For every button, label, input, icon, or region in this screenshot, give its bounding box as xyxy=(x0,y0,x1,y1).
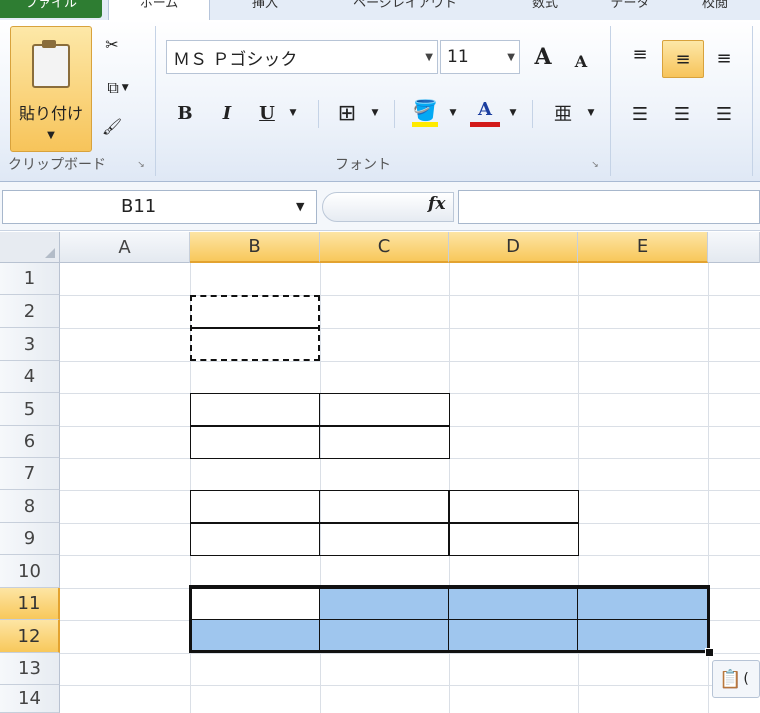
bold-button[interactable]: B xyxy=(170,98,200,128)
chevron-down-icon[interactable]: ▼ xyxy=(506,106,520,120)
tab-file[interactable]: ファイル xyxy=(0,0,102,18)
ribbon: 貼り付け ▼ ✂ ⧉ ▼ 🖌 クリップボード ↘ ＭＳ Ｐゴシック ▼ 11 ▼ … xyxy=(0,20,760,182)
row-header-9[interactable]: 9 xyxy=(0,523,60,555)
gridline xyxy=(60,328,760,329)
paste-label: 貼り付け xyxy=(18,103,83,123)
phonetic-guide-button[interactable]: 亜 xyxy=(548,98,578,128)
chevron-down-icon[interactable]: ▼ xyxy=(286,106,300,120)
underline-button[interactable]: U xyxy=(252,98,282,128)
column-header-f[interactable] xyxy=(708,232,760,263)
select-all-corner[interactable] xyxy=(0,232,60,263)
paste-button[interactable]: 貼り付け ▼ xyxy=(10,26,92,152)
align-center-icon[interactable]: ☰ xyxy=(666,98,698,130)
gridline xyxy=(60,653,760,654)
row-header-11[interactable]: 11 xyxy=(0,588,60,620)
column-header-c[interactable]: C xyxy=(320,232,449,263)
copy-icon[interactable]: ⧉ ▼ xyxy=(98,74,138,102)
formula-input[interactable] xyxy=(458,190,760,224)
row-header-10[interactable]: 10 xyxy=(0,555,60,588)
tab-formulas[interactable]: 数式 xyxy=(515,0,575,18)
column-header-d[interactable]: D xyxy=(449,232,578,263)
font-size-value: 11 xyxy=(447,47,469,67)
group-separator xyxy=(752,26,753,176)
gridline xyxy=(60,361,760,362)
row-header-1[interactable]: 1 xyxy=(0,263,60,295)
row-header-8[interactable]: 8 xyxy=(0,490,60,523)
cell-c8[interactable] xyxy=(319,490,450,524)
tab-home[interactable]: ホーム xyxy=(108,0,210,21)
shrink-font-button[interactable]: A xyxy=(566,46,596,76)
chevron-down-icon[interactable]: ▼ xyxy=(368,106,382,120)
selection-outline xyxy=(189,585,710,653)
tab-data[interactable]: データ xyxy=(600,0,660,18)
font-name-value: ＭＳ Ｐゴシック xyxy=(173,49,298,70)
grow-font-button[interactable]: A xyxy=(528,42,558,72)
align-middle-icon[interactable]: ≡ xyxy=(662,40,704,78)
font-size-combo[interactable]: 11 ▼ xyxy=(440,40,520,74)
row-header-5[interactable]: 5 xyxy=(0,393,60,426)
chevron-down-icon[interactable]: ▼ xyxy=(446,106,460,120)
group-separator xyxy=(610,26,611,176)
row-header-4[interactable]: 4 xyxy=(0,361,60,393)
column-header-e[interactable]: E xyxy=(578,232,708,263)
row-header-12[interactable]: 12 xyxy=(0,620,60,653)
dialog-launcher-icon[interactable]: ↘ xyxy=(134,158,148,172)
clipboard-icon xyxy=(32,39,70,88)
cell-d8[interactable] xyxy=(448,490,579,524)
align-bottom-icon[interactable]: ≡ xyxy=(708,42,740,74)
row-header-13[interactable]: 13 xyxy=(0,653,60,685)
column-header-a[interactable]: A xyxy=(60,232,190,263)
tab-review[interactable]: 校閲 xyxy=(685,0,745,18)
row-header-6[interactable]: 6 xyxy=(0,426,60,458)
ribbon-tab-strip: ファイル ホーム 挿入 ページレイアウト 数式 データ 校閲 xyxy=(0,0,760,21)
chevron-down-icon[interactable]: ▼ xyxy=(296,200,304,213)
cell-b6[interactable] xyxy=(190,425,320,459)
cell-b9[interactable] xyxy=(190,522,320,556)
clipboard-icon: 📋 xyxy=(719,668,742,690)
cell-c6[interactable] xyxy=(319,425,450,459)
borders-icon[interactable]: ⊞ xyxy=(330,98,364,128)
fill-handle[interactable] xyxy=(705,648,714,657)
align-left-icon[interactable]: ☰ xyxy=(624,98,656,130)
format-painter-icon[interactable]: 🖌 xyxy=(98,112,126,140)
copy-marquee xyxy=(190,295,320,361)
group-separator xyxy=(155,26,156,176)
row-header-3[interactable]: 3 xyxy=(0,328,60,361)
name-box[interactable]: B11 xyxy=(2,190,317,224)
align-right-icon[interactable]: ☰ xyxy=(708,98,740,130)
cell-b8[interactable] xyxy=(190,490,320,524)
cell-c9[interactable] xyxy=(319,522,450,556)
chevron-down-icon: ▼ xyxy=(47,129,55,141)
separator xyxy=(532,100,533,128)
worksheet-grid[interactable]: A B C D E 1 2 3 4 5 6 7 8 9 10 11 12 13 … xyxy=(0,232,760,713)
tab-page-layout[interactable]: ページレイアウト xyxy=(320,0,490,18)
chevron-down-icon[interactable]: ▼ xyxy=(425,52,433,63)
chevron-down-icon[interactable]: ▼ xyxy=(584,106,598,120)
gridline xyxy=(60,295,760,296)
row-header-7[interactable]: 7 xyxy=(0,458,60,490)
cell-b5[interactable] xyxy=(190,393,320,427)
paste-options-button[interactable]: 📋( xyxy=(712,660,760,698)
row-header-2[interactable]: 2 xyxy=(0,295,60,328)
row-header-14[interactable]: 14 xyxy=(0,685,60,713)
cut-icon[interactable]: ✂ xyxy=(98,30,126,58)
tab-insert[interactable]: 挿入 xyxy=(235,0,295,18)
separator xyxy=(394,100,395,128)
insert-function-button[interactable]: fx xyxy=(428,194,445,214)
font-name-combo[interactable]: ＭＳ Ｐゴシック ▼ xyxy=(166,40,438,74)
separator xyxy=(318,100,319,128)
gridline xyxy=(60,685,760,686)
chevron-down-icon[interactable]: ▼ xyxy=(507,52,515,63)
cell-d9[interactable] xyxy=(448,522,579,556)
align-top-icon[interactable]: ≡ xyxy=(624,38,656,70)
font-group-label: フォント xyxy=(335,157,391,173)
cell-c5[interactable] xyxy=(319,393,450,427)
italic-button[interactable]: I xyxy=(212,98,242,128)
font-color-button[interactable]: A xyxy=(470,96,500,127)
column-header-b[interactable]: B xyxy=(190,232,320,263)
clipboard-group-label: クリップボード xyxy=(8,157,106,173)
dialog-launcher-icon[interactable]: ↘ xyxy=(588,158,602,172)
fill-color-icon[interactable]: 🪣 xyxy=(408,96,442,128)
